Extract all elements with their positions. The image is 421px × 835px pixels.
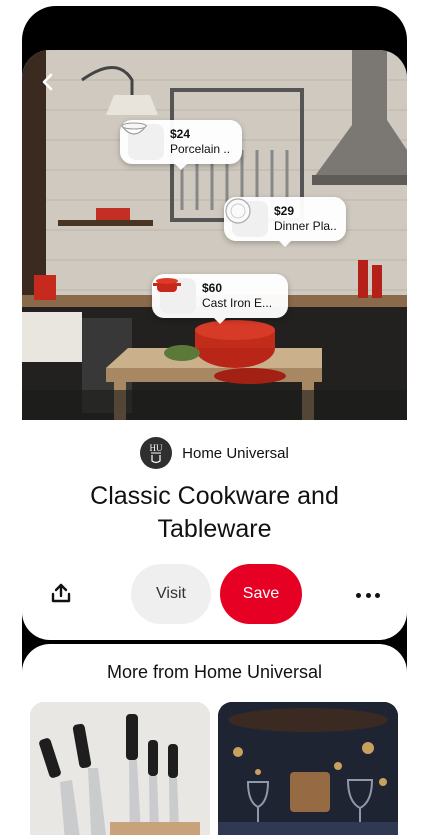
kitchen-photo (22, 50, 407, 420)
pin-image[interactable]: $24 Porcelain .. $29 Dinner Pla.. $60 Ca… (22, 50, 407, 420)
more-from-section: More from Home Universal (22, 644, 407, 835)
back-button[interactable] (40, 72, 64, 96)
product-price: $60 (202, 281, 223, 295)
section-title: More from Home Universal (106, 662, 323, 682)
product-tag-porcelain[interactable]: $24 Porcelain .. (120, 120, 242, 170)
phone-frame: $24 Porcelain .. $29 Dinner Pla.. $60 Ca… (22, 6, 407, 835)
knife-set-photo (30, 702, 210, 835)
product-tag-cast-iron[interactable]: $60 Cast Iron E... (152, 274, 288, 324)
chevron-left-icon (42, 73, 53, 91)
glassware-photo (218, 702, 398, 835)
save-button[interactable]: Save (220, 564, 302, 624)
svg-text:HU: HU (150, 443, 163, 453)
product-name: Dinner Pla.. (274, 219, 337, 233)
dutch-oven-icon (153, 278, 196, 314)
action-bar: Visit Save (22, 564, 407, 624)
more-options-icon[interactable] (356, 590, 380, 600)
related-pin-knives[interactable] (30, 702, 210, 835)
brand-row[interactable]: HU Home Universal (22, 436, 407, 470)
product-name: Porcelain .. (170, 142, 231, 156)
brand-logo[interactable]: HU (140, 437, 173, 469)
pin-card: $24 Porcelain .. $29 Dinner Pla.. $60 Ca… (22, 50, 407, 640)
share-icon (51, 583, 71, 603)
product-price: $24 (170, 127, 191, 141)
related-pin-glassware[interactable] (218, 702, 398, 835)
hu-logo-icon: HU (150, 443, 163, 464)
bowl-icon (120, 122, 164, 160)
product-tag-dinner-plate[interactable]: $29 Dinner Pla.. (224, 197, 346, 247)
pin-title: Classic Cookware and Tableware (90, 482, 339, 543)
pin-info: HU Home Universal Classic Cookware and T… (22, 436, 407, 624)
brand-name[interactable]: Home Universal (182, 445, 289, 462)
product-price: $29 (274, 204, 295, 218)
visit-button[interactable]: Visit (131, 564, 211, 624)
plate-icon (225, 198, 268, 237)
share-button[interactable] (48, 582, 74, 608)
product-name: Cast Iron E... (202, 296, 273, 310)
